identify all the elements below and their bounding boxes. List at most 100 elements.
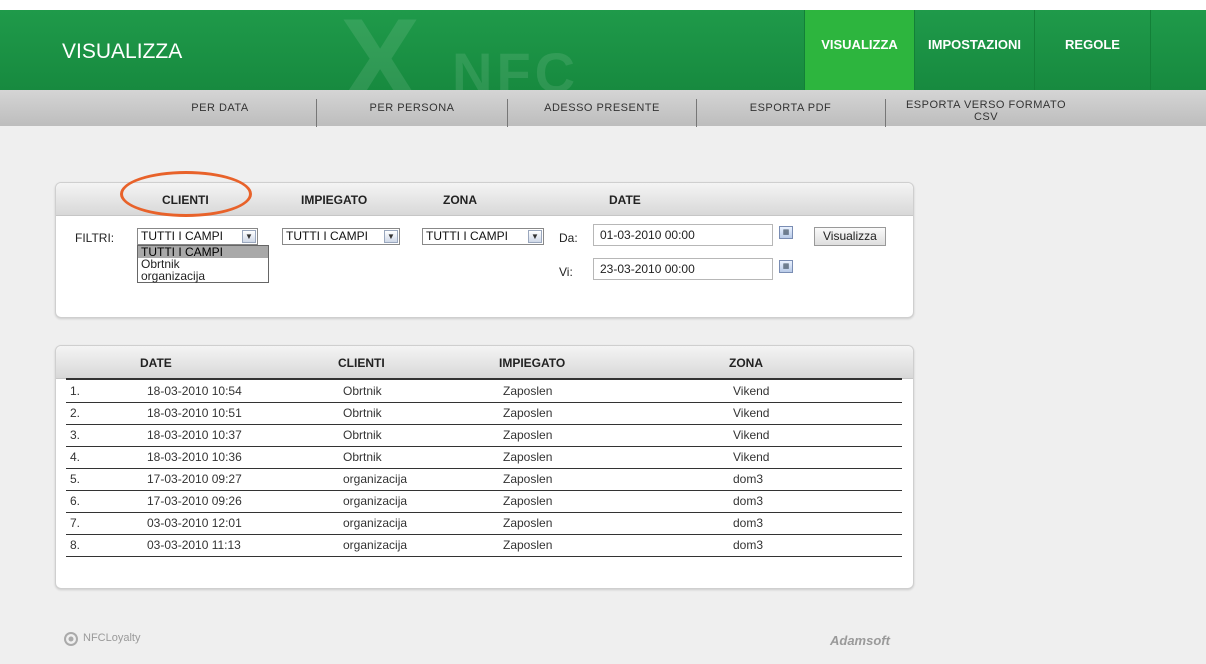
subnav-esporta-pdf[interactable]: ESPORTA PDF <box>697 90 884 126</box>
chevron-down-icon[interactable]: ▼ <box>242 230 256 243</box>
cell-date: 03-03-2010 12:01 <box>147 516 242 530</box>
subnav-per-data[interactable]: PER DATA <box>125 90 315 126</box>
clienti-highlight-circle <box>120 171 252 217</box>
app-header: X NFC VISUALIZZA VISUALIZZA IMPOSTAZIONI… <box>0 10 1206 90</box>
clienti-dropdown-list: TUTTI I CAMPI Obrtnik organizacija <box>137 245 269 283</box>
nav-regole[interactable]: REGOLE <box>1034 10 1150 90</box>
table-row: 8. 03-03-2010 11:13 organizacija Zaposle… <box>66 535 902 557</box>
cell-impiegato: Zaposlen <box>503 538 553 552</box>
cell-zona: Vikend <box>733 428 770 442</box>
cell-date: 18-03-2010 10:37 <box>147 428 242 442</box>
cell-zona: Vikend <box>733 450 770 464</box>
top-strip <box>0 0 1206 10</box>
cell-date: 17-03-2010 09:27 <box>147 472 242 486</box>
table-row: 3. 18-03-2010 10:37 Obrtnik Zaposlen Vik… <box>66 425 902 447</box>
cell-impiegato: Zaposlen <box>503 494 553 508</box>
header-watermark-x: X <box>340 10 421 90</box>
visualizza-button[interactable]: Visualizza <box>814 227 886 246</box>
date-from-label: Da: <box>559 231 578 245</box>
filter-tab-date[interactable]: DATE <box>609 193 641 207</box>
filter-tab-zona[interactable]: ZONA <box>443 193 477 207</box>
cell-zona: dom3 <box>733 538 764 552</box>
row-number: 5. <box>70 472 81 486</box>
page-title: VISUALIZZA <box>62 40 183 63</box>
cell-clienti: organizacija <box>343 516 408 530</box>
subnav-esporta-csv[interactable]: ESPORTA VERSO FORMATO CSV <box>886 90 1086 126</box>
cell-zona: dom3 <box>733 472 764 486</box>
cell-impiegato: Zaposlen <box>503 428 553 442</box>
cell-date: 18-03-2010 10:36 <box>147 450 242 464</box>
row-number: 1. <box>70 384 81 398</box>
date-to-input[interactable]: 23-03-2010 00:00 <box>593 258 773 280</box>
clienti-select[interactable]: TUTTI I CAMPI ▼ <box>137 228 258 245</box>
cell-clienti: Obrtnik <box>343 450 382 464</box>
cell-clienti: organizacija <box>343 472 408 486</box>
table-row: 5. 17-03-2010 09:27 organizacija Zaposle… <box>66 469 902 491</box>
subnav-divider <box>316 99 317 127</box>
table-row: 2. 18-03-2010 10:51 Obrtnik Zaposlen Vik… <box>66 403 902 425</box>
subnav-per-persona[interactable]: PER PERSONA <box>318 90 506 126</box>
cell-clienti: organizacija <box>343 538 408 552</box>
subnav-adesso-presente[interactable]: ADESSO PRESENTE <box>508 90 696 126</box>
cell-clienti: Obrtnik <box>343 384 382 398</box>
results-header: DATE CLIENTI IMPIEGATO ZONA <box>56 346 913 379</box>
table-top-rule <box>66 378 902 380</box>
chevron-down-icon[interactable]: ▼ <box>528 230 542 243</box>
cell-impiegato: Zaposlen <box>503 406 553 420</box>
cell-clienti: Obrtnik <box>343 406 382 420</box>
nav-impostazioni[interactable]: IMPOSTAZIONI <box>914 10 1034 90</box>
adamsoft-logo: Adamsoft <box>830 633 890 648</box>
cell-date: 18-03-2010 10:54 <box>147 384 242 398</box>
cell-zona: Vikend <box>733 384 770 398</box>
nfcloyalty-logo: NFCLoyalty <box>62 630 140 646</box>
column-header-impiegato[interactable]: IMPIEGATO <box>499 356 565 370</box>
row-number: 6. <box>70 494 81 508</box>
date-from-input[interactable]: 01-03-2010 00:00 <box>593 224 773 246</box>
row-number: 2. <box>70 406 81 420</box>
cell-impiegato: Zaposlen <box>503 472 553 486</box>
table-row: 1. 18-03-2010 10:54 Obrtnik Zaposlen Vik… <box>66 381 902 403</box>
header-watermark: NFC <box>452 41 580 90</box>
cell-clienti: Obrtnik <box>343 428 382 442</box>
nav-end-cell <box>1150 10 1206 90</box>
table-row: 6. 17-03-2010 09:26 organizacija Zaposle… <box>66 491 902 513</box>
nfcloyalty-logo-text: NFCLoyalty <box>83 632 141 644</box>
date-to-label: Vi: <box>559 265 573 279</box>
column-header-date[interactable]: DATE <box>140 356 172 370</box>
cell-impiegato: Zaposlen <box>503 516 553 530</box>
filters-label: FILTRI: <box>75 231 115 245</box>
cell-date: 18-03-2010 10:51 <box>147 406 242 420</box>
clienti-select-value: TUTTI I CAMPI <box>141 229 223 243</box>
row-number: 8. <box>70 538 81 552</box>
subnav-esporta-csv-line1: ESPORTA VERSO FORMATO <box>905 99 1067 111</box>
row-number: 7. <box>70 516 81 530</box>
cell-date: 17-03-2010 09:26 <box>147 494 242 508</box>
zona-select[interactable]: TUTTI I CAMPI ▼ <box>422 228 544 245</box>
cell-date: 03-03-2010 11:13 <box>147 538 241 552</box>
sub-navigation: PER DATA PER PERSONA ADESSO PRESENTE ESP… <box>0 90 1206 127</box>
cell-zona: dom3 <box>733 494 764 508</box>
row-number: 3. <box>70 428 81 442</box>
row-number: 4. <box>70 450 81 464</box>
dropdown-option[interactable]: organizacija <box>138 270 268 282</box>
adamsoft-logo-text: Adamsoft <box>830 633 890 648</box>
table-row: 4. 18-03-2010 10:36 Obrtnik Zaposlen Vik… <box>66 447 902 469</box>
zona-select-value: TUTTI I CAMPI <box>426 229 508 243</box>
nav-visualizza[interactable]: VISUALIZZA <box>804 10 914 90</box>
cell-clienti: organizacija <box>343 494 408 508</box>
nfc-signal-icon <box>64 632 78 646</box>
calendar-icon[interactable]: ▦ <box>779 226 793 239</box>
subnav-esporta-csv-line2: CSV <box>973 111 999 123</box>
column-header-zona[interactable]: ZONA <box>729 356 763 370</box>
table-row: 7. 03-03-2010 12:01 organizacija Zaposle… <box>66 513 902 535</box>
impiegato-select-value: TUTTI I CAMPI <box>286 229 368 243</box>
filter-tab-impiegato[interactable]: IMPIEGATO <box>301 193 367 207</box>
cell-impiegato: Zaposlen <box>503 384 553 398</box>
calendar-icon[interactable]: ▦ <box>779 260 793 273</box>
impiegato-select[interactable]: TUTTI I CAMPI ▼ <box>282 228 400 245</box>
cell-zona: dom3 <box>733 516 764 530</box>
column-header-clienti[interactable]: CLIENTI <box>338 356 385 370</box>
cell-zona: Vikend <box>733 406 770 420</box>
chevron-down-icon[interactable]: ▼ <box>384 230 398 243</box>
cell-impiegato: Zaposlen <box>503 450 553 464</box>
